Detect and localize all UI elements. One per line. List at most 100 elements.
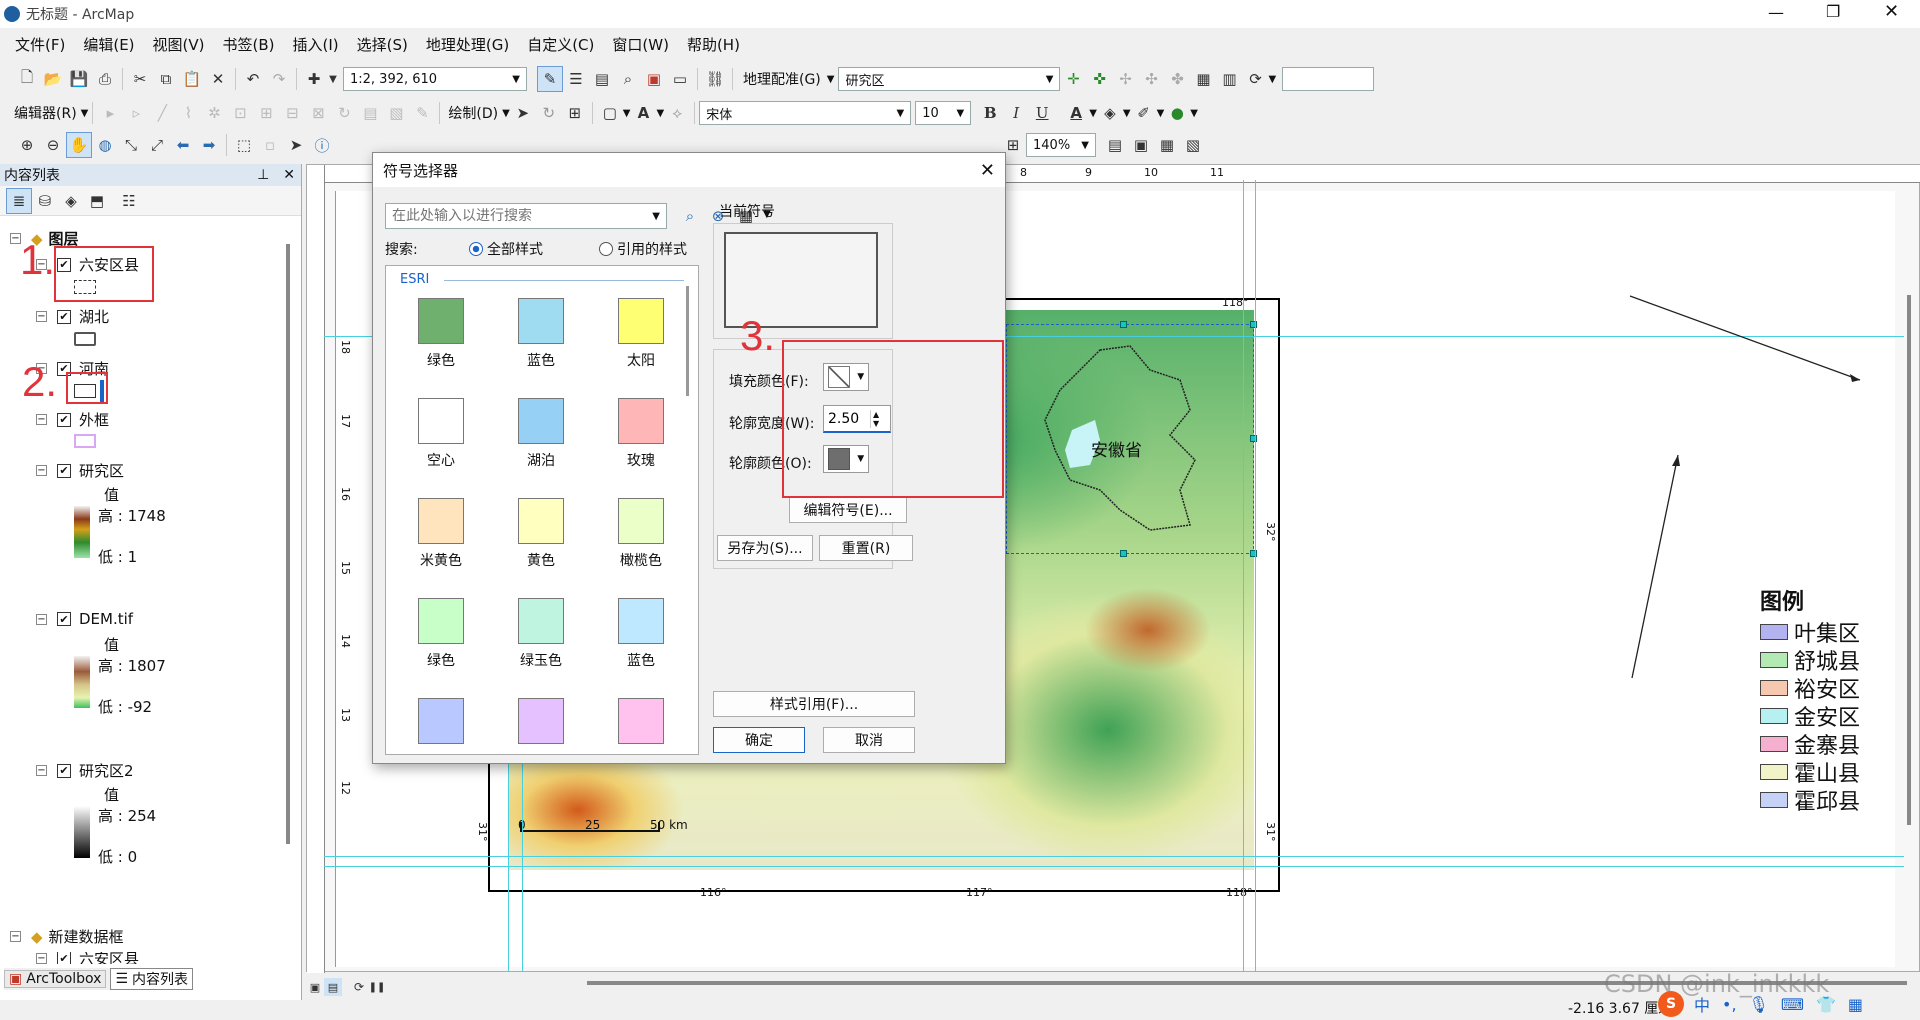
collapse-icon[interactable]: − <box>36 414 47 425</box>
symbol-swatch[interactable] <box>596 698 686 750</box>
collapse-icon[interactable]: − <box>36 311 47 322</box>
toolbox-menu-icon[interactable]: ▦ <box>1848 995 1863 1014</box>
collapse-icon[interactable]: − <box>10 931 21 942</box>
zoom-out-icon[interactable]: ⊖ <box>40 132 66 158</box>
toc-layer-7[interactable]: − ✔ 研究区2 <box>36 760 134 781</box>
symbol-swatch[interactable]: 黄色 <box>496 498 586 570</box>
save-as-button[interactable]: 另存为(S)... <box>717 535 813 561</box>
dropdown-arrow-icon[interactable]: ▼ <box>327 66 339 92</box>
symbol-swatch[interactable]: 绿色 <box>396 298 486 370</box>
cut-icon[interactable]: ✂ <box>127 66 153 92</box>
edit-annotation-icon[interactable]: ▹ <box>123 100 149 126</box>
skin-icon[interactable]: 👕 <box>1816 995 1836 1014</box>
reset-button[interactable]: 重置(R) <box>819 535 913 561</box>
ime-punctuation-icon[interactable]: •, <box>1722 995 1737 1014</box>
layer-symbol-gray[interactable] <box>74 332 96 346</box>
table-of-contents-icon[interactable]: ☰ <box>563 66 589 92</box>
collapse-icon[interactable]: − <box>36 952 47 964</box>
symbol-swatch[interactable] <box>496 698 586 750</box>
close-panel-icon[interactable]: ✕ <box>283 167 295 183</box>
forward-icon[interactable]: ➡ <box>196 132 222 158</box>
refresh-icon[interactable]: ⟳ <box>350 978 368 996</box>
ime-chinese-icon[interactable]: 中 <box>1694 992 1710 1016</box>
microphone-icon[interactable]: 🎙 <box>1749 995 1769 1014</box>
edit-vertices-draw-icon[interactable]: ⟡ <box>664 100 690 126</box>
symbol-swatch[interactable]: 绿玉色 <box>496 598 586 670</box>
open-folder-icon[interactable]: 📂 <box>40 66 66 92</box>
draw-menu[interactable]: 绘制(D) <box>448 103 498 123</box>
split-icon[interactable]: ⊠ <box>305 100 331 126</box>
line-color-icon[interactable]: ✐ <box>1131 100 1157 126</box>
paste-icon[interactable]: 📋 <box>179 66 205 92</box>
scrollbar-vertical[interactable] <box>1907 295 1911 825</box>
layer-visibility-checkbox[interactable]: ✔ <box>57 463 71 478</box>
search-icon[interactable]: ⌕ <box>677 203 703 229</box>
collapse-icon[interactable]: − <box>36 465 47 476</box>
dialog-close-icon[interactable]: ✕ <box>980 160 995 181</box>
identify-icon[interactable]: ⓘ <box>309 132 335 158</box>
edit-vertices-icon[interactable]: ⊡ <box>227 100 253 126</box>
rectangle-icon[interactable]: ▢ <box>597 100 623 126</box>
fixed-zoom-out-icon[interactable]: ⤢ <box>144 132 170 158</box>
layer-symbol-purple[interactable] <box>74 434 96 448</box>
sketch-properties-icon[interactable]: ▧ <box>383 100 409 126</box>
selection-box[interactable] <box>1006 324 1254 554</box>
toggle-draft-icon[interactable]: ▤ <box>1102 132 1128 158</box>
text-icon[interactable]: A <box>630 100 656 126</box>
ok-button[interactable]: 确定 <box>713 727 805 753</box>
rotate-element-icon[interactable]: ↻ <box>536 100 562 126</box>
select-features-icon[interactable]: ⬚ <box>231 132 257 158</box>
marker-color-icon[interactable]: ● <box>1164 100 1190 126</box>
viewer-icon[interactable]: ▦ <box>1190 66 1216 92</box>
map-legend[interactable]: 图例 叶集区 舒城县 裕安区 金安区 金寨县 霍山县 霍邱县 <box>1760 584 1870 815</box>
menu-view[interactable]: 视图(V) <box>144 30 214 60</box>
selection-handle[interactable] <box>1120 321 1127 328</box>
zoom-to-selected-icon[interactable]: ⊞ <box>562 100 588 126</box>
copy-icon[interactable]: ⧉ <box>153 66 179 92</box>
layer-visibility-checkbox[interactable]: ✔ <box>57 412 71 427</box>
reshape-icon[interactable]: ⊞ <box>253 100 279 126</box>
undo-icon[interactable]: ↶ <box>240 66 266 92</box>
toc-layer-4[interactable]: − ✔ 外框 <box>36 409 109 430</box>
toc-frame2-layer[interactable]: − ✔ 六安区县 <box>36 952 139 964</box>
delete-icon[interactable]: ✕ <box>205 66 231 92</box>
map-scale-combo[interactable]: 1:2, 392, 610 ▼ <box>343 67 527 91</box>
toc-layer-5[interactable]: − ✔ 研究区 <box>36 460 124 481</box>
radio-all-styles[interactable]: 全部样式 <box>469 239 543 259</box>
symbol-swatch[interactable]: 橄榄色 <box>596 498 686 570</box>
toc-layer-6[interactable]: − ✔ DEM.tif <box>36 610 133 628</box>
delete-link-icon[interactable]: ✤ <box>1164 66 1190 92</box>
symbol-swatch[interactable]: 空心 <box>396 398 486 470</box>
fill-color-icon[interactable]: ◈ <box>1097 100 1123 126</box>
focus-frame-icon[interactable]: ▣ <box>1128 132 1154 158</box>
radio-referenced-styles[interactable]: 引用的样式 <box>599 239 687 259</box>
rotation-input[interactable] <box>1282 67 1375 91</box>
tab-toc[interactable]: ☰ 内容列表 <box>110 968 194 990</box>
menu-customize[interactable]: 自定义(C) <box>518 30 603 60</box>
redo-icon[interactable]: ↷ <box>266 66 292 92</box>
font-size-combo[interactable]: 10 ▼ <box>915 101 972 125</box>
arctoolbox-icon[interactable]: ▣ <box>641 66 667 92</box>
attributes-icon[interactable]: ▤ <box>357 100 383 126</box>
data-driven-pages-icon[interactable]: ▧ <box>1180 132 1206 158</box>
maximize-button[interactable]: ❐ <box>1826 2 1840 21</box>
close-window-button[interactable]: ✕ <box>1884 1 1899 22</box>
add-control-points-icon[interactable]: ✛ <box>1060 66 1086 92</box>
tab-arctoolbox[interactable]: ▣ ArcToolbox <box>4 970 107 988</box>
layer-visibility-checkbox[interactable]: ✔ <box>57 309 71 324</box>
save-icon[interactable]: 💾 <box>66 66 92 92</box>
search-window-icon[interactable]: ⌕ <box>615 66 641 92</box>
selection-handle[interactable] <box>1120 550 1127 557</box>
straight-segment-icon[interactable]: ╱ <box>149 100 175 126</box>
layout-view-icon[interactable]: ▤ <box>324 978 342 996</box>
search-text[interactable] <box>392 208 632 224</box>
catalog-icon[interactable]: ▤ <box>589 66 615 92</box>
list-by-drawing-order-icon[interactable]: ≣ <box>6 187 32 214</box>
menu-edit[interactable]: 编辑(E) <box>74 30 143 60</box>
auto-adjust-icon[interactable]: ✜ <box>1086 66 1112 92</box>
edit-tool-icon[interactable]: ▸ <box>97 100 123 126</box>
collapse-icon[interactable]: − <box>36 765 47 776</box>
menu-selection[interactable]: 选择(S) <box>348 30 417 60</box>
menu-bookmarks[interactable]: 书签(B) <box>214 30 284 60</box>
edit-symbol-button[interactable]: 编辑符号(E)... <box>789 497 907 523</box>
